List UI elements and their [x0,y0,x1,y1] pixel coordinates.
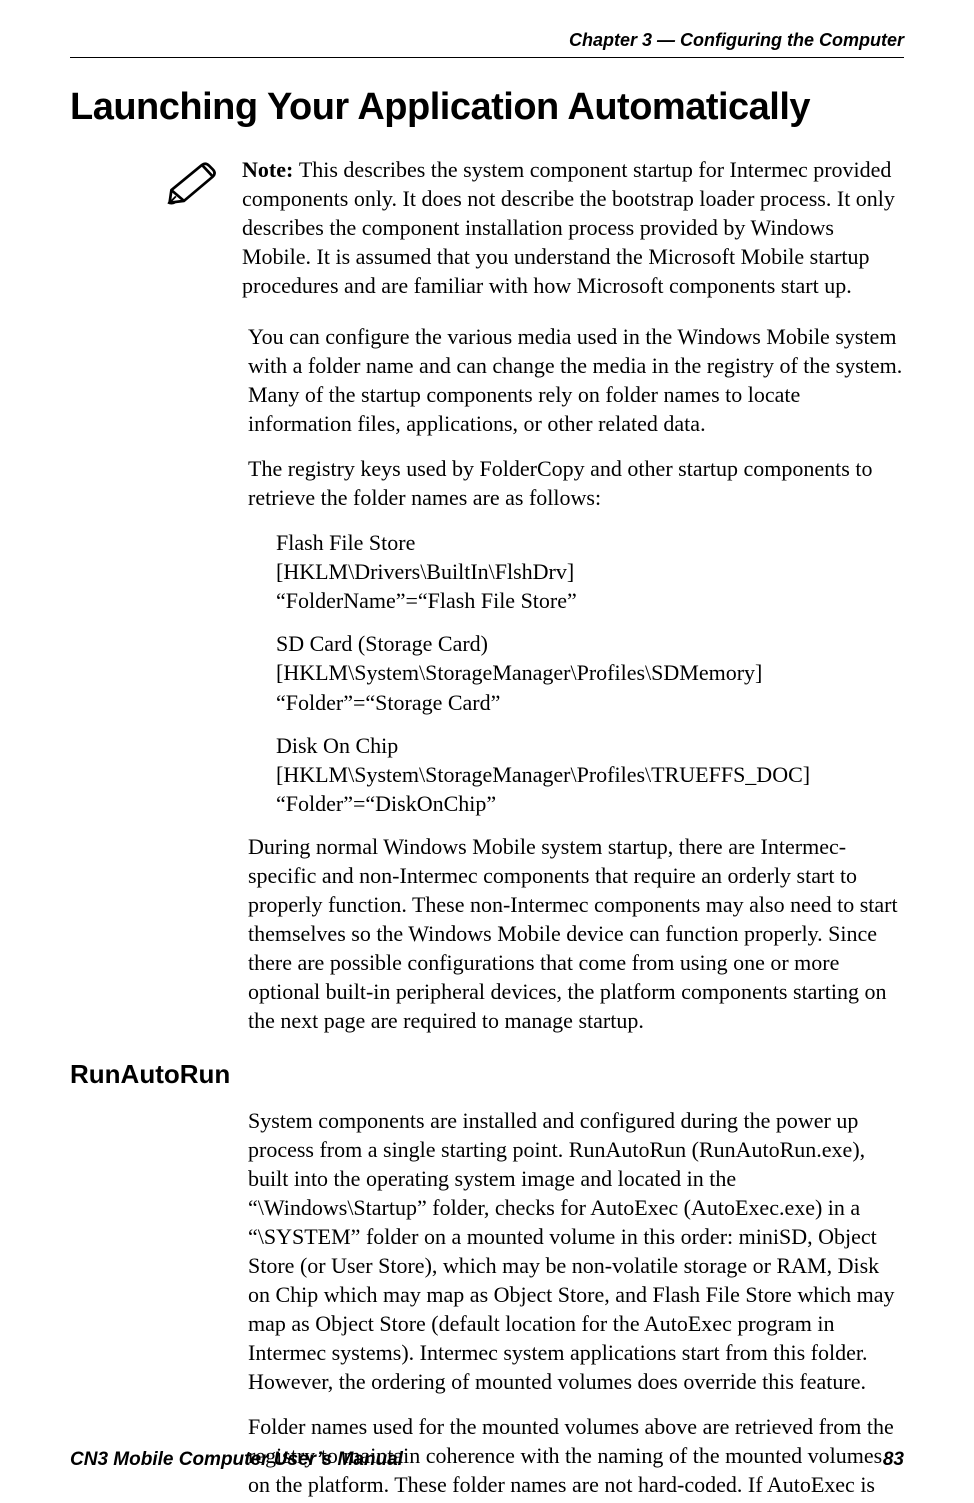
page-footer: CN3 Mobile Computer User’s Manual 83 [70,1449,904,1471]
registry-entry: SD Card (Storage Card) [HKLM\System\Stor… [276,629,904,716]
body-paragraph: You can configure the various media used… [248,322,904,438]
registry-name: Disk On Chip [276,731,904,760]
note-text: Note: This describes the system componen… [242,155,904,300]
page-number: 83 [883,1449,904,1471]
chapter-title: Configuring the Computer [680,30,904,50]
note-label: Note: [242,157,299,182]
registry-value: “Folder”=“Storage Card” [276,688,904,717]
registry-entry: Flash File Store [HKLM\Drivers\BuiltIn\F… [276,528,904,615]
header-rule [70,57,904,58]
section-title: Launching Your Application Automatically [70,86,904,129]
subsection-title: RunAutoRun [70,1059,904,1090]
registry-entry: Disk On Chip [HKLM\System\StorageManager… [276,731,904,818]
registry-path: [HKLM\Drivers\BuiltIn\FlshDrv] [276,557,904,586]
chapter-prefix: Chapter 3 — [569,30,680,50]
registry-value: “FolderName”=“Flash File Store” [276,586,904,615]
registry-path: [HKLM\System\StorageManager\Profiles\SDM… [276,658,904,687]
body-paragraph: System components are installed and conf… [248,1106,904,1396]
running-header: Chapter 3 — Configuring the Computer [70,30,904,51]
body-paragraph: During normal Windows Mobile system star… [248,832,904,1035]
registry-name: Flash File Store [276,528,904,557]
page: Chapter 3 — Configuring the Computer Lau… [0,0,974,1503]
manual-title: CN3 Mobile Computer User’s Manual [70,1449,403,1471]
content-column: You can configure the various media used… [248,322,904,1035]
note-pencil-icon [166,159,220,205]
registry-path: [HKLM\System\StorageManager\Profiles\TRU… [276,760,904,789]
note-block: Note: This describes the system componen… [70,155,904,300]
body-paragraph: The registry keys used by FolderCopy and… [248,454,904,512]
content-column: System components are installed and conf… [248,1106,904,1499]
registry-name: SD Card (Storage Card) [276,629,904,658]
registry-value: “Folder”=“DiskOnChip” [276,789,904,818]
note-body: This describes the system component star… [242,157,895,298]
